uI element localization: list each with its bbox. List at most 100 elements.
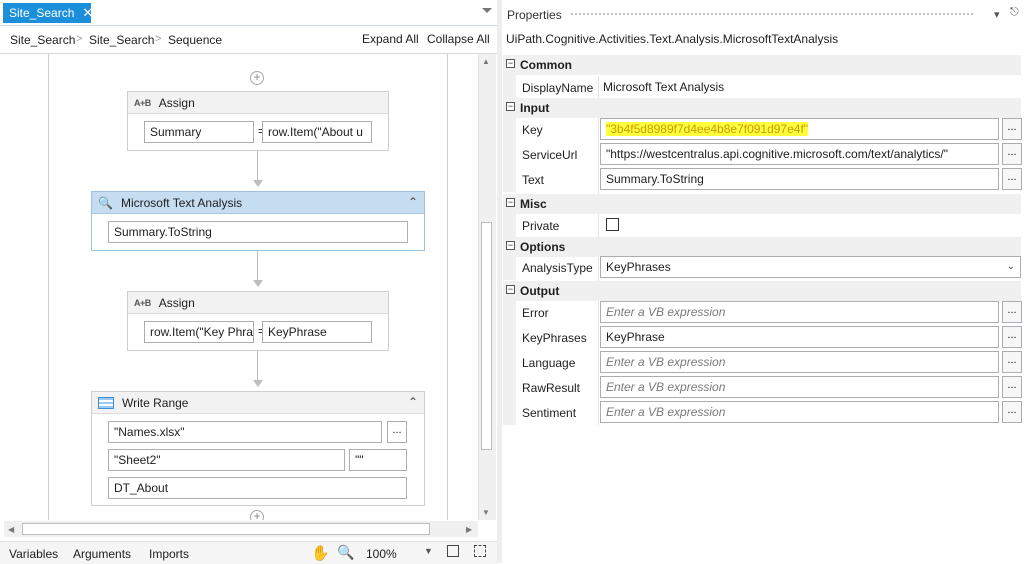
variables-tab[interactable]: Variables [9, 547, 58, 561]
collapse-toggle-icon[interactable]: − [506, 59, 515, 68]
imports-tab[interactable]: Imports [149, 547, 189, 561]
scroll-up-icon[interactable]: ▲ [482, 57, 490, 66]
row-gutter [503, 375, 516, 400]
write-range-activity[interactable]: Write Range ⌃ "Names.xlsx" ... "Sheet2" … [91, 391, 425, 506]
category-output[interactable]: − Output [503, 281, 1021, 301]
row-gutter [503, 167, 516, 192]
sentiment-field[interactable]: Enter a VB expression [600, 401, 999, 423]
activity-type-name: UiPath.Cognitive.Activities.Text.Analysi… [506, 32, 839, 46]
collapse-toggle-icon[interactable]: − [506, 241, 515, 250]
activity-title: Microsoft Text Analysis [120, 195, 243, 210]
assign-activity[interactable]: A+B Assign Summary = row.Item("About u [127, 91, 389, 151]
datatable-field[interactable]: DT_About [108, 477, 407, 499]
collapse-toggle-icon[interactable]: − [506, 198, 515, 207]
property-row-analysistype: AnalysisType KeyPhrases ⌄ [503, 255, 1021, 280]
rawresult-browse-button[interactable]: ... [1002, 376, 1022, 398]
assign-value-field[interactable]: KeyPhrase [262, 321, 372, 343]
hand-pan-icon[interactable]: ✋ [311, 544, 330, 562]
property-label: Error [522, 306, 549, 320]
sentiment-browse-button[interactable]: ... [1002, 401, 1022, 423]
collapse-toggle-icon[interactable]: − [506, 285, 515, 294]
category-common[interactable]: − Common [503, 55, 1021, 75]
private-checkbox[interactable] [606, 218, 619, 231]
window-menu-icon[interactable]: ▾ [994, 8, 1000, 21]
category-label: Misc [520, 197, 547, 211]
pin-icon[interactable]: ⎋ [1010, 6, 1019, 19]
breadcrumb-item-2[interactable]: Site_Search [89, 33, 154, 47]
assign-icon: A+B [134, 97, 151, 108]
property-label: Sentiment [522, 406, 577, 420]
property-label: Text [522, 173, 545, 187]
displayname-value[interactable]: Microsoft Text Analysis [603, 80, 724, 94]
tab-dropdown-icon[interactable] [482, 8, 492, 13]
collapse-toggle-icon[interactable]: − [506, 102, 515, 111]
language-browse-button[interactable]: ... [1002, 351, 1022, 373]
scroll-down-icon[interactable]: ▼ [482, 508, 490, 517]
arrow-down-icon [253, 180, 263, 187]
text-field[interactable]: Summary.ToString [108, 221, 408, 243]
scroll-right-icon[interactable]: ▶ [466, 525, 472, 534]
assign-to-field[interactable]: Summary [144, 121, 254, 143]
error-browse-button[interactable]: ... [1002, 301, 1022, 323]
zoom-level[interactable]: 100% [366, 547, 397, 561]
breadcrumb-item-1[interactable]: Site_Search [10, 33, 75, 47]
key-field[interactable]: "3b4f5d8989f7d4ee4b8e7f091d97e4f" [600, 118, 999, 140]
sheet-name-field[interactable]: "Sheet2" [108, 449, 345, 471]
collapse-icon[interactable]: ⌃ [408, 195, 418, 209]
activity-header: Write Range ⌃ [92, 392, 424, 414]
expand-all-button[interactable]: Expand All [362, 32, 419, 46]
keyphrases-field[interactable]: KeyPhrase [600, 326, 999, 348]
property-label: Private [522, 219, 560, 233]
browse-button[interactable]: ... [387, 421, 407, 443]
scroll-left-icon[interactable]: ◀ [8, 525, 14, 534]
keyphrases-browse-button[interactable]: ... [1002, 326, 1022, 348]
text-field[interactable]: Summary.ToString [600, 168, 999, 190]
fit-to-screen-icon[interactable] [447, 545, 459, 557]
category-label: Options [520, 240, 566, 254]
property-row-serviceurl: ServiceUrl "https://westcentralus.api.co… [503, 142, 1022, 167]
text-browse-button[interactable]: ... [1002, 168, 1022, 190]
microsoft-text-analysis-activity[interactable]: 🔍 Microsoft Text Analysis ⌃ Summary.ToSt… [91, 191, 425, 251]
category-input[interactable]: − Input [503, 98, 1021, 118]
arguments-tab[interactable]: Arguments [73, 547, 131, 561]
start-cell-field[interactable]: "" [349, 449, 407, 471]
overview-icon[interactable] [474, 545, 486, 557]
close-icon[interactable]: ✕ [82, 5, 93, 21]
language-field[interactable]: Enter a VB expression [600, 351, 999, 373]
workbook-path-field[interactable]: "Names.xlsx" [108, 421, 382, 443]
collapse-all-button[interactable]: Collapse All [427, 32, 490, 46]
key-browse-button[interactable]: ... [1002, 118, 1022, 140]
add-activity-icon[interactable]: + [250, 71, 264, 85]
category-options[interactable]: − Options [503, 237, 1021, 257]
assign-activity[interactable]: A+B Assign row.Item("Key Phra = KeyPhras… [127, 291, 389, 351]
serviceurl-browse-button[interactable]: ... [1002, 143, 1022, 165]
breadcrumb-item-3[interactable]: Sequence [168, 33, 222, 47]
analysistype-select[interactable]: KeyPhrases ⌄ [600, 256, 1021, 278]
tab-site-search[interactable]: Site_Search ✕ [3, 3, 93, 23]
property-row-key: Key "3b4f5d8989f7d4ee4b8e7f091d97e4f" ..… [503, 117, 1022, 142]
row-gutter [503, 142, 516, 167]
property-row-rawresult: RawResult Enter a VB expression ... [503, 375, 1022, 400]
activity-header: 🔍 Microsoft Text Analysis ⌃ [92, 192, 424, 214]
activity-header: A+B Assign [128, 292, 388, 314]
property-row-text: Text Summary.ToString ... [503, 167, 1022, 192]
error-field[interactable]: Enter a VB expression [600, 301, 999, 323]
panel-splitter[interactable] [497, 0, 502, 563]
property-row-displayname: DisplayName Microsoft Text Analysis [503, 75, 1021, 100]
zoom-search-icon[interactable]: 🔍 [337, 544, 354, 561]
assign-value-field[interactable]: row.Item("About u [262, 121, 372, 143]
category-misc[interactable]: − Misc [503, 194, 1021, 214]
collapse-icon[interactable]: ⌃ [408, 395, 418, 409]
property-label: Language [522, 356, 576, 370]
row-gutter [503, 300, 516, 325]
text-analysis-icon: 🔍 [98, 195, 113, 210]
assign-to-field[interactable]: row.Item("Key Phra [144, 321, 254, 343]
serviceurl-field[interactable]: "https://westcentralus.api.cognitive.mic… [600, 143, 999, 165]
rawresult-field[interactable]: Enter a VB expression [600, 376, 999, 398]
vertical-scroll-thumb[interactable] [481, 222, 492, 450]
row-gutter [503, 350, 516, 375]
arrow-down-icon [253, 380, 263, 387]
zoom-dropdown-icon[interactable]: ▼ [424, 546, 433, 556]
add-activity-icon[interactable]: + [250, 510, 264, 520]
horizontal-scroll-thumb[interactable] [22, 523, 430, 535]
